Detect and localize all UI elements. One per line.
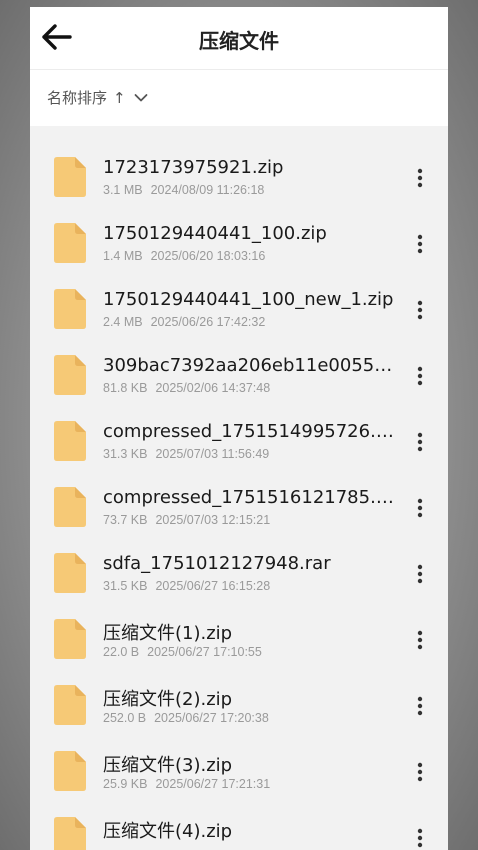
more-vert-icon [417,432,423,452]
file-meta: 1.4 MB 2025/06/20 18:03:16 [103,249,265,263]
sort-bar: 名称排序 ↑ [30,70,448,126]
more-options-button[interactable] [406,427,434,457]
more-vert-icon [417,498,423,518]
more-vert-icon [417,828,423,848]
screen-frame: 压缩文件 名称排序 ↑ 1723173975921.zip 3.1 MB 2024… [0,0,478,850]
file-icon [54,751,86,791]
more-options-button[interactable] [406,229,434,259]
more-options-button[interactable] [406,823,434,850]
more-vert-icon [417,564,423,584]
file-icon [54,289,86,329]
file-meta: 2.4 MB 2025/06/26 17:42:32 [103,315,265,329]
file-size: 2.4 MB [103,315,143,329]
file-row[interactable]: compressed_1751514995726.zip 31.3 KB 2025… [30,409,448,475]
file-row[interactable]: 1750129440441_100_new_1.zip 2.4 MB 2025/0… [30,277,448,343]
more-options-button[interactable] [406,757,434,787]
file-icon [54,421,86,461]
file-date: 2025/07/03 11:56:49 [155,447,270,461]
file-meta: 31.3 KB 2025/07/03 11:56:49 [103,447,269,461]
file-meta: 22.0 B 2025/06/27 17:10:55 [103,645,262,659]
more-options-button[interactable] [406,493,434,523]
file-row[interactable]: 压缩文件(4).zip [30,805,448,850]
file-name: 压缩文件(2).zip [103,689,233,710]
top-app-bar: 压缩文件 [30,7,448,70]
file-name: 压缩文件(1).zip [103,623,233,644]
file-size: 25.9 KB [103,777,148,791]
file-meta: 73.7 KB 2025/07/03 12:15:21 [103,513,270,527]
more-options-button[interactable] [406,163,434,193]
more-vert-icon [417,168,423,188]
file-meta: 3.1 MB 2024/08/09 11:26:18 [103,183,264,197]
file-meta: 25.9 KB 2025/06/27 17:21:31 [103,777,270,791]
file-size: 31.5 KB [103,579,148,593]
file-size: 73.7 KB [103,513,148,527]
file-date: 2025/06/20 18:03:16 [150,249,266,263]
file-size: 22.0 B [103,645,140,659]
file-date: 2025/06/27 17:10:55 [147,645,262,659]
app-screen: 压缩文件 名称排序 ↑ 1723173975921.zip 3.1 MB 2024… [30,7,448,850]
file-icon [54,487,86,527]
file-date: 2025/06/26 17:42:32 [150,315,266,329]
file-size: 1.4 MB [103,249,143,263]
chevron-down-icon [134,93,148,103]
file-list: 1723173975921.zip 3.1 MB 2024/08/09 11:26… [30,145,448,850]
more-vert-icon [417,630,423,650]
file-date: 2025/06/27 17:20:38 [154,711,269,725]
file-icon [54,553,86,593]
file-row[interactable]: 1750129440441_100.zip 1.4 MB 2025/06/20 1… [30,211,448,277]
file-size: 252.0 B [103,711,147,725]
file-name: compressed_1751516121785.zip [103,487,395,508]
file-name: 309bac7392aa206eb11e00555d... [103,355,395,376]
more-options-button[interactable] [406,295,434,325]
file-date: 2025/07/03 12:15:21 [155,513,271,527]
file-name: 压缩文件(4).zip [103,821,233,842]
more-vert-icon [417,234,423,254]
file-name: sdfa_1751012127948.rar [103,553,331,574]
file-size: 3.1 MB [103,183,143,197]
file-name: 1750129440441_100_new_1.zip [103,289,394,310]
file-name: 1750129440441_100.zip [103,223,327,244]
sort-direction-icon: ↑ [113,88,126,107]
file-date: 2025/06/27 17:21:31 [155,777,271,791]
file-row[interactable]: 压缩文件(2).zip 252.0 B 2025/06/27 17:20:38 [30,673,448,739]
more-vert-icon [417,762,423,782]
file-meta [103,843,111,850]
file-date: 2024/08/09 11:26:18 [150,183,265,197]
file-row[interactable]: 309bac7392aa206eb11e00555d... 81.8 KB 202… [30,343,448,409]
file-meta: 31.5 KB 2025/06/27 16:15:28 [103,579,270,593]
more-options-button[interactable] [406,625,434,655]
file-row[interactable]: compressed_1751516121785.zip 73.7 KB 2025… [30,475,448,541]
more-vert-icon [417,366,423,386]
file-name: compressed_1751514995726.zip [103,421,395,442]
more-vert-icon [417,696,423,716]
file-row[interactable]: sdfa_1751012127948.rar 31.5 KB 2025/06/27… [30,541,448,607]
file-icon [54,157,86,197]
file-size: 81.8 KB [103,381,148,395]
more-options-button[interactable] [406,361,434,391]
file-row[interactable]: 压缩文件(1).zip 22.0 B 2025/06/27 17:10:55 [30,607,448,673]
sort-label: 名称排序 [47,89,108,107]
file-date: 2025/02/06 14:37:48 [155,381,271,395]
file-icon [54,619,86,659]
sort-dropdown[interactable]: 名称排序 ↑ [47,87,148,108]
file-name: 压缩文件(3).zip [103,755,233,776]
file-row[interactable]: 1723173975921.zip 3.1 MB 2024/08/09 11:26… [30,145,448,211]
file-name: 1723173975921.zip [103,157,284,178]
file-meta: 81.8 KB 2025/02/06 14:37:48 [103,381,270,395]
page-title: 压缩文件 [199,29,279,53]
file-size: 31.3 KB [103,447,148,461]
more-options-button[interactable] [406,559,434,589]
more-vert-icon [417,300,423,320]
file-icon [54,355,86,395]
file-icon [54,817,86,850]
file-icon [54,685,86,725]
file-meta: 252.0 B 2025/06/27 17:20:38 [103,711,269,725]
file-row[interactable]: 压缩文件(3).zip 25.9 KB 2025/06/27 17:21:31 [30,739,448,805]
file-date: 2025/06/27 16:15:28 [155,579,271,593]
file-icon [54,223,86,263]
more-options-button[interactable] [406,691,434,721]
